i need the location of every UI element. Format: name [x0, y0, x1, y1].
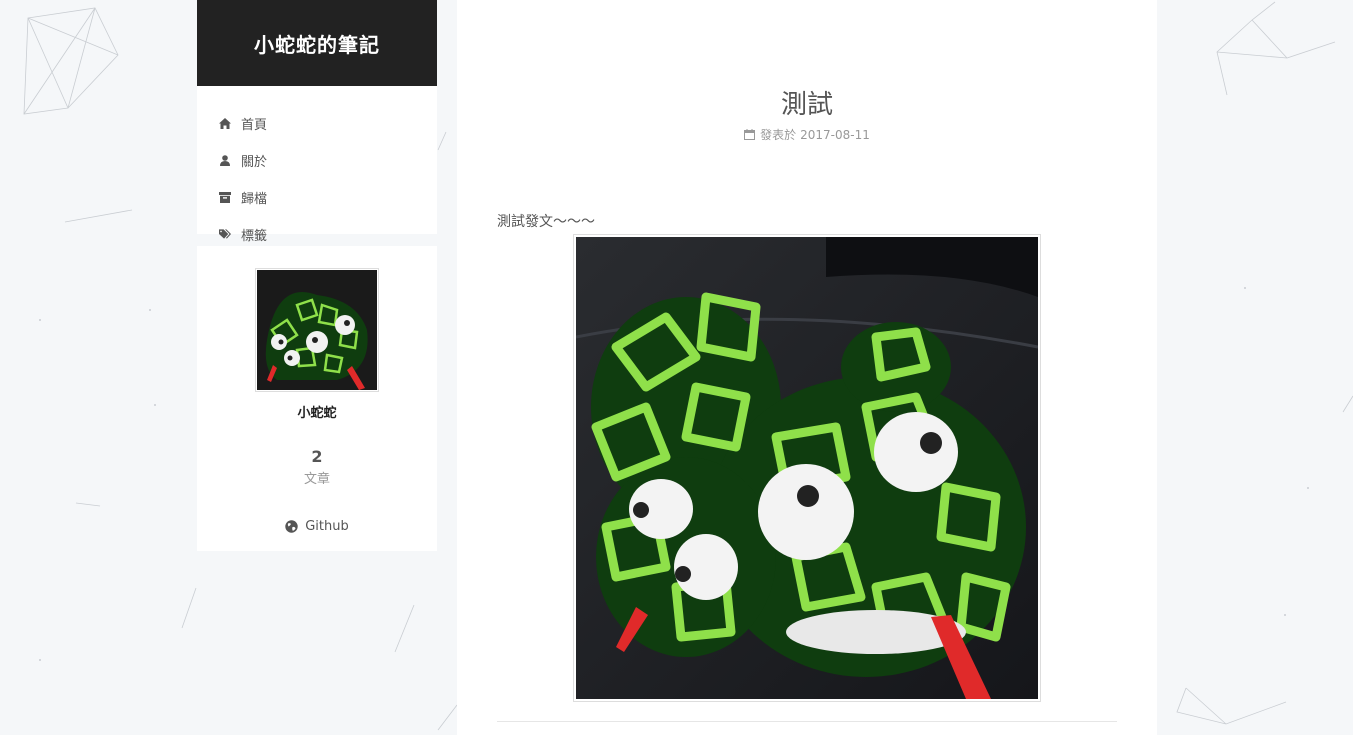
- globe-icon: [285, 520, 298, 533]
- menu-item-home[interactable]: 首頁: [197, 105, 437, 142]
- menu-item-label: 關於: [241, 155, 268, 170]
- post-body-text: 測試發文～～～: [497, 214, 595, 230]
- archive-icon: [219, 192, 231, 204]
- author-name: 小蛇蛇: [297, 406, 337, 421]
- user-icon: [219, 155, 231, 167]
- post-count-label: 文章: [303, 472, 330, 487]
- post-count[interactable]: 2: [197, 447, 437, 466]
- avatar: [255, 268, 379, 392]
- calendar-icon: [744, 129, 756, 140]
- post-divider: [497, 721, 1117, 722]
- post-meta: 發表於 2017-08-11: [457, 126, 1157, 143]
- site-title-text: 小蛇蛇的筆記: [254, 32, 380, 57]
- menu-item-about[interactable]: 關於: [197, 142, 437, 179]
- author-profile: 小蛇蛇 2 文章 Github: [197, 246, 437, 551]
- tags-icon: [219, 229, 231, 241]
- site-title[interactable]: 小蛇蛇的筆記: [197, 0, 437, 86]
- post-title[interactable]: 測試: [457, 84, 1157, 121]
- post-image: [573, 234, 1041, 702]
- main-menu: 首頁 關於 歸檔 標籤: [197, 86, 437, 244]
- github-label: Github: [305, 519, 349, 534]
- sidebar: 小蛇蛇的筆記 首頁 關於 歸檔 標籤 小蛇蛇 2 文章 Github: [197, 0, 437, 551]
- menu-item-label: 標籤: [241, 229, 268, 244]
- post-date: 2017-08-11: [800, 127, 870, 142]
- menu-item-label: 首頁: [241, 118, 268, 133]
- main-content: 測試 發表於 2017-08-11 測試發文～～～: [457, 0, 1157, 735]
- menu-item-archive[interactable]: 歸檔: [197, 179, 437, 216]
- post-meta-label: 發表於: [760, 128, 797, 142]
- home-icon: [219, 118, 231, 130]
- menu-item-label: 歸檔: [241, 192, 268, 207]
- github-link[interactable]: Github: [285, 519, 349, 534]
